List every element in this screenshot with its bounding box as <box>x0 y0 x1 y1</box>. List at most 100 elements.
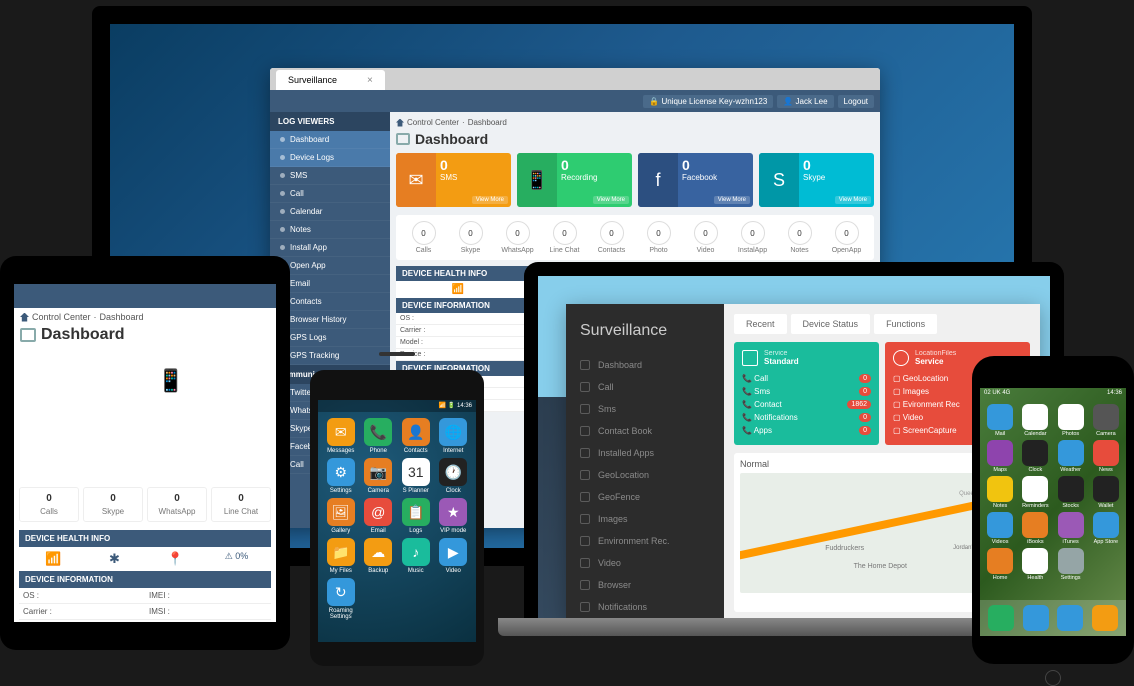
app-messages[interactable]: ✉Messages <box>324 418 358 454</box>
stat-card-sms[interactable]: ✉0SMSView More <box>19 350 142 412</box>
nav-item[interactable]: GeoLocation <box>566 464 724 486</box>
app-camera[interactable]: 📷Camera <box>362 458 396 494</box>
nav-item[interactable]: Dashboard <box>566 354 724 376</box>
app-wallet[interactable]: Wallet <box>1090 476 1122 509</box>
view-more-button[interactable]: View More <box>835 196 871 204</box>
app-music[interactable]: ♪Music <box>399 538 433 574</box>
stat-card-facebook[interactable]: f0FacebookView More <box>638 153 753 207</box>
stat-circle[interactable]: 0Video <box>684 221 727 254</box>
dock-app-icon[interactable] <box>988 605 1014 631</box>
sidebar-item[interactable]: Dashboard <box>270 131 390 149</box>
view-more-button[interactable]: View More <box>223 464 266 475</box>
tab[interactable]: Device Status <box>791 314 871 334</box>
close-icon[interactable]: × <box>367 75 373 86</box>
app-videos[interactable]: Videos <box>984 512 1016 545</box>
app-ibooks[interactable]: iBooks <box>1019 512 1051 545</box>
app-clock[interactable]: 🕐Clock <box>437 458 471 494</box>
app-camera[interactable]: Camera <box>1090 404 1122 437</box>
user-chip[interactable]: 👤 Jack Lee <box>777 95 833 108</box>
dock-app-icon[interactable] <box>1057 605 1083 631</box>
sidebar-item[interactable]: Install App <box>270 239 390 257</box>
stat-circle[interactable]: 0Contacts <box>590 221 633 254</box>
app-home[interactable]: Home <box>984 548 1016 581</box>
app-reminders[interactable]: Reminders <box>1019 476 1051 509</box>
view-more-button[interactable]: View More <box>714 196 750 204</box>
view-more-button[interactable]: View More <box>593 196 629 204</box>
stat-circle[interactable]: 0WhatsApp <box>147 487 207 522</box>
app-phone[interactable]: 📞Phone <box>362 418 396 454</box>
view-more-button[interactable]: View More <box>223 397 266 408</box>
sidebar-item[interactable]: SMS <box>270 167 390 185</box>
nav-item[interactable]: Images <box>566 508 724 530</box>
app-maps[interactable]: Maps <box>984 440 1016 473</box>
app-roaming-settings[interactable]: ↻Roaming Settings <box>324 578 358 620</box>
app-settings[interactable]: ⚙Settings <box>324 458 358 494</box>
nav-item[interactable]: Contact Book <box>566 420 724 442</box>
stat-circle[interactable]: 0Line Chat <box>211 487 271 522</box>
app-contacts[interactable]: 👤Contacts <box>399 418 433 454</box>
stat-card-sms[interactable]: ✉0SMSView More <box>396 153 511 207</box>
nav-item[interactable]: Video <box>566 552 724 574</box>
app-photos[interactable]: Photos <box>1055 404 1087 437</box>
stat-card-recording[interactable]: 📱0RecordingView More <box>517 153 632 207</box>
stat-circle[interactable]: 0Skype <box>449 221 492 254</box>
stat-circle[interactable]: 0OpenApp <box>825 221 868 254</box>
app-notes[interactable]: Notes <box>984 476 1016 509</box>
app-itunes[interactable]: iTunes <box>1055 512 1087 545</box>
app-backup[interactable]: ☁Backup <box>362 538 396 574</box>
dock-app-icon[interactable] <box>1092 605 1118 631</box>
app-vip-mode[interactable]: ★VIP mode <box>437 498 471 534</box>
sidebar-item[interactable]: Calendar <box>270 203 390 221</box>
nav-item[interactable]: Browser <box>566 574 724 596</box>
stat-circle[interactable]: 0WhatsApp <box>496 221 539 254</box>
nav-item[interactable]: Sms <box>566 398 724 420</box>
stat-card-skype[interactable]: S0SkypeView More <box>759 153 874 207</box>
app-weather[interactable]: Weather <box>1055 440 1087 473</box>
home-icon[interactable] <box>396 119 404 127</box>
app-mail[interactable]: Mail <box>984 404 1016 437</box>
browser-tab[interactable]: Surveillance× <box>276 70 385 90</box>
sidebar-item[interactable]: Notes <box>270 221 390 239</box>
app-app-store[interactable]: App Store <box>1090 512 1122 545</box>
tab[interactable]: Recent <box>734 314 787 334</box>
app-health[interactable]: Health <box>1019 548 1051 581</box>
dock-app-icon[interactable] <box>1023 605 1049 631</box>
stat-circle[interactable]: 0InstalApp <box>731 221 774 254</box>
sidebar-item[interactable]: Call <box>270 185 390 203</box>
sidebar-item[interactable]: Device Logs <box>270 149 390 167</box>
nav-item[interactable]: Call <box>566 376 724 398</box>
view-more-button[interactable]: View More <box>95 397 138 408</box>
app-gallery[interactable]: 🖼Gallery <box>324 498 358 534</box>
home-icon[interactable] <box>20 313 29 322</box>
stat-circle[interactable]: 0Line Chat <box>543 221 586 254</box>
app-video[interactable]: ▶Video <box>437 538 471 574</box>
app-my-files[interactable]: 📁My Files <box>324 538 358 574</box>
app-logs[interactable]: 📋Logs <box>399 498 433 534</box>
home-button[interactable] <box>1045 670 1061 686</box>
nav-item[interactable]: Notifications <box>566 596 724 618</box>
stat-circle[interactable]: 0Skype <box>83 487 143 522</box>
service-card-standard[interactable]: ServiceStandard 📞 Call0📞 Sms0📞 Contact18… <box>734 342 879 445</box>
stat-card-recording[interactable]: 📱0RecordingView More <box>147 350 270 412</box>
nav-item[interactable]: GeoFence <box>566 486 724 508</box>
stat-circle[interactable]: 0Photo <box>637 221 680 254</box>
app-email[interactable]: @Email <box>362 498 396 534</box>
stat-circle[interactable]: 0Calls <box>19 487 79 522</box>
app-internet[interactable]: 🌐Internet <box>437 418 471 454</box>
stat-card-facebook[interactable]: f0FacebookView More <box>19 417 142 479</box>
app-calendar[interactable]: Calendar <box>1019 404 1051 437</box>
nav-item[interactable]: Environment Rec. <box>566 530 724 552</box>
logout-button[interactable]: Logout <box>838 95 874 108</box>
stat-card-skype[interactable]: S0SkypeView More <box>147 417 270 479</box>
stat-circle[interactable]: 0Notes <box>778 221 821 254</box>
stat-circle[interactable]: 0Calls <box>402 221 445 254</box>
app-clock[interactable]: Clock <box>1019 440 1051 473</box>
app-settings[interactable]: Settings <box>1055 548 1087 581</box>
app-s-planner[interactable]: 31S Planner <box>399 458 433 494</box>
view-more-button[interactable]: View More <box>472 196 508 204</box>
nav-item[interactable]: Installed Apps <box>566 442 724 464</box>
app-news[interactable]: News <box>1090 440 1122 473</box>
app-stocks[interactable]: Stocks <box>1055 476 1087 509</box>
tab[interactable]: Functions <box>874 314 937 334</box>
view-more-button[interactable]: View More <box>95 464 138 475</box>
